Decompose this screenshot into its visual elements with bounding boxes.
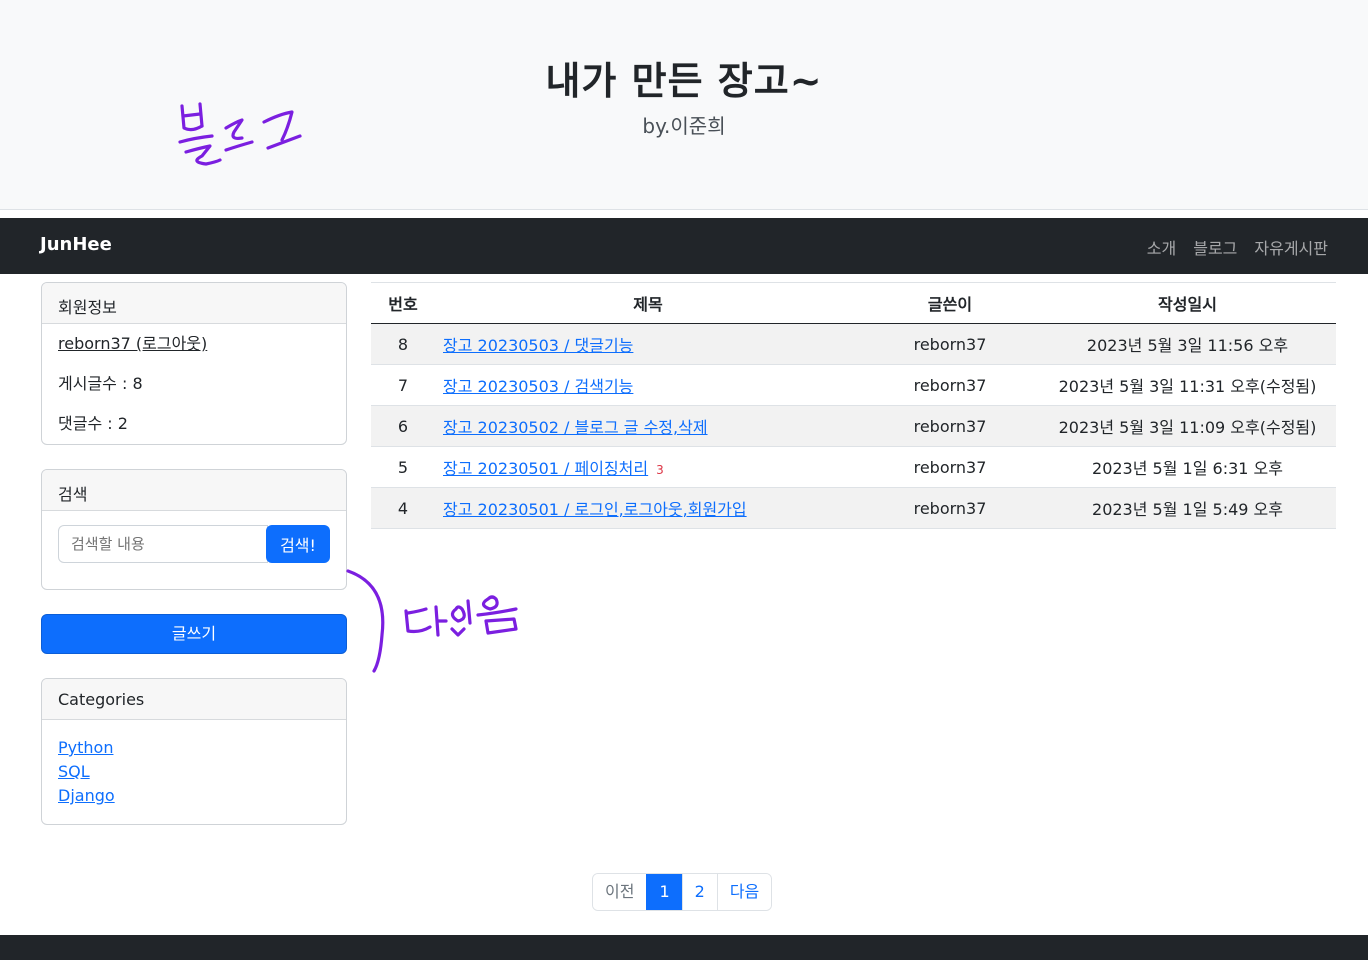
categories-header: Categories [42, 679, 346, 720]
pagination: 이전 1 2 다음 [592, 873, 773, 911]
category-python[interactable]: Python [58, 736, 330, 760]
user-logout-link[interactable]: reborn37 (로그아웃) [58, 334, 207, 353]
nav-links: 소개 블로그 자유게시판 [1147, 235, 1328, 259]
column-title: 제목 [435, 282, 861, 324]
post-table-container: 번호 제목 글쓴이 작성일시 8 장고 20230503 / 댓글기능 rebo… [371, 282, 1336, 529]
post-date: 2023년 5월 1일 5:49 오후 [1039, 487, 1336, 529]
post-count: 게시글수 : 8 [58, 374, 143, 393]
nav-link-intro[interactable]: 소개 [1147, 235, 1176, 259]
column-date: 작성일시 [1039, 282, 1336, 324]
column-number: 번호 [371, 282, 435, 324]
post-number: 8 [371, 323, 435, 365]
column-author: 글쓴이 [861, 282, 1039, 324]
post-author: reborn37 [861, 364, 1039, 406]
comment-count-badge: 3 [656, 463, 664, 477]
handwritten-annotation-all [346, 569, 518, 673]
post-title-link[interactable]: 장고 20230501 / 로그인,로그아웃,회원가입 [443, 500, 747, 519]
post-number: 4 [371, 487, 435, 529]
navbar-brand[interactable]: JunHee [40, 234, 112, 255]
post-author: reborn37 [861, 446, 1039, 488]
pagination-next[interactable]: 다음 [716, 874, 772, 910]
pagination-page-1[interactable]: 1 [646, 874, 682, 910]
post-title-link[interactable]: 장고 20230501 / 페이징처리 [443, 459, 648, 478]
post-author: reborn37 [861, 405, 1039, 447]
post-number: 5 [371, 446, 435, 488]
nav-link-board[interactable]: 자유게시판 [1254, 235, 1328, 259]
post-title-link[interactable]: 장고 20230503 / 댓글기능 [443, 336, 633, 355]
nav-link-blog[interactable]: 블로그 [1193, 235, 1237, 259]
category-django[interactable]: Django [58, 784, 330, 808]
write-post-button[interactable]: 글쓰기 [41, 614, 347, 654]
post-date: 2023년 5월 3일 11:56 오후 [1039, 323, 1336, 365]
post-title-link[interactable]: 장고 20230503 / 검색기능 [443, 377, 633, 396]
post-date: 2023년 5월 3일 11:31 오후(수정됨) [1039, 364, 1336, 406]
pagination-prev[interactable]: 이전 [593, 874, 647, 910]
post-date: 2023년 5월 1일 6:31 오후 [1039, 446, 1336, 488]
post-table: 번호 제목 글쓴이 작성일시 8 장고 20230503 / 댓글기능 rebo… [371, 282, 1336, 529]
post-number: 7 [371, 364, 435, 406]
handwritten-annotation-blog [178, 102, 302, 166]
pagination-page-2[interactable]: 2 [681, 874, 717, 910]
member-info-card: 회원정보 reborn37 (로그아웃) 게시글수 : 8 댓글수 : 2 [41, 282, 347, 445]
post-date: 2023년 5월 3일 11:09 오후(수정됨) [1039, 405, 1336, 447]
post-author: reborn37 [861, 487, 1039, 529]
search-card: 검색 검색! [41, 469, 347, 590]
search-header: 검색 [42, 470, 346, 511]
table-row: 4 장고 20230501 / 로그인,로그아웃,회원가입 reborn37 2… [371, 487, 1336, 529]
categories-card: Categories Python SQL Django [41, 678, 347, 825]
member-info-header: 회원정보 [42, 283, 346, 324]
post-number: 6 [371, 405, 435, 447]
table-row: 8 장고 20230503 / 댓글기능 reborn37 2023년 5월 3… [371, 323, 1336, 365]
post-author: reborn37 [861, 323, 1039, 365]
navbar: JunHee 소개 블로그 자유게시판 [0, 218, 1368, 274]
post-title-link[interactable]: 장고 20230502 / 블로그 글 수정,삭제 [443, 418, 708, 437]
search-input[interactable] [58, 525, 268, 563]
table-row: 6 장고 20230502 / 블로그 글 수정,삭제 reborn37 202… [371, 405, 1336, 447]
table-row: 5 장고 20230501 / 페이징처리 3 reborn37 2023년 5월… [371, 446, 1336, 488]
site-title: 내가 만든 장고~ [545, 59, 823, 103]
footer [0, 935, 1368, 960]
comment-count: 댓글수 : 2 [58, 414, 128, 433]
category-sql[interactable]: SQL [58, 760, 330, 784]
table-row: 7 장고 20230503 / 검색기능 reborn37 2023년 5월 3… [371, 364, 1336, 406]
search-button[interactable]: 검색! [266, 525, 330, 563]
